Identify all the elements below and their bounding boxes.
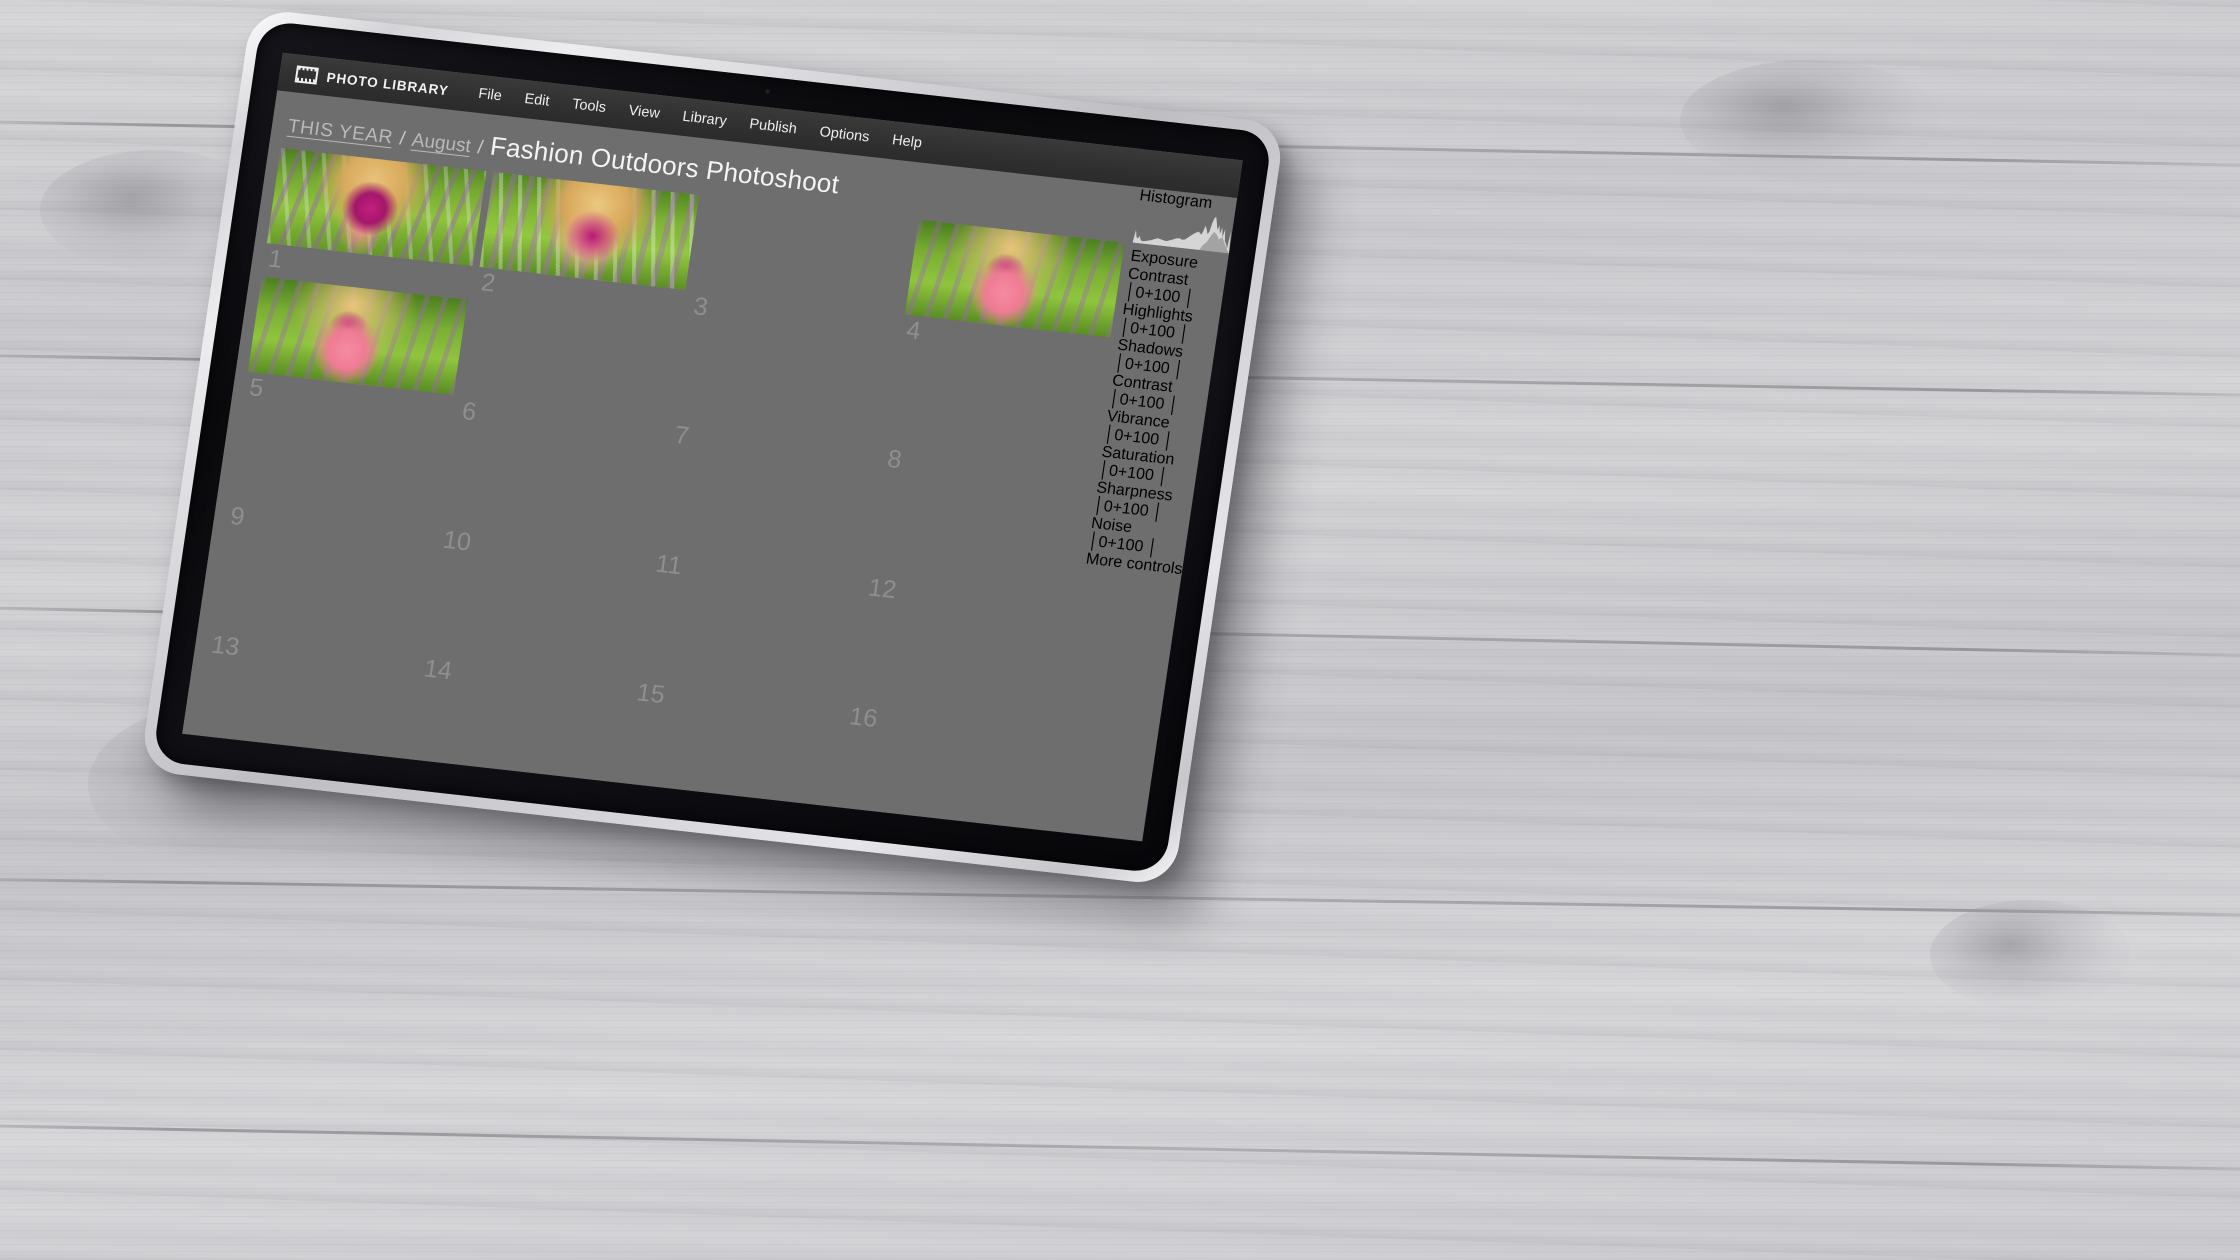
menu-item-file[interactable]: File [477, 86, 503, 104]
thumbnail-cell[interactable]: 6 [456, 301, 680, 448]
thumbnail-cell[interactable]: 8 [882, 348, 1106, 495]
thumbnail-cell[interactable]: 15 [631, 582, 855, 729]
wood-seam [0, 1122, 2240, 1174]
thumbnail-cell[interactable]: 16 [844, 606, 1068, 753]
menu-item-options[interactable]: Options [818, 124, 870, 145]
tablet-bezel: PHOTO LIBRARY File Edit Tools View Libra… [151, 20, 1273, 875]
histogram-svg [1132, 216, 1232, 254]
thumbnail-cell[interactable]: 11 [650, 453, 874, 600]
wood-knot [1930, 900, 2130, 1010]
breadcrumb-separator: / [398, 128, 407, 150]
menu-item-help[interactable]: Help [891, 132, 923, 151]
menu-item-view[interactable]: View [628, 103, 661, 122]
thumbnail-cell[interactable]: 2 [475, 171, 700, 319]
app-brand: PHOTO LIBRARY [294, 64, 450, 99]
thumbnail-cell[interactable]: 10 [437, 429, 661, 576]
desk-scene: PHOTO LIBRARY File Edit Tools View Libra… [0, 0, 2240, 1260]
thumbnail-cell[interactable]: 4 [901, 219, 1125, 367]
thumbnail-cell[interactable]: 7 [669, 324, 893, 471]
thumbnail-grid: 1 2 3 4 5 6 7 8 9 10 11 12 13 14 15 16 [194, 148, 1125, 830]
breadcrumb-this-year[interactable]: THIS YEAR [286, 116, 395, 150]
breadcrumb-august[interactable]: August [410, 130, 472, 158]
thumbnail-cell[interactable]: 13 [206, 534, 430, 681]
tablet-screen: PHOTO LIBRARY File Edit Tools View Libra… [182, 52, 1243, 842]
thumbnail-cell[interactable]: 9 [225, 405, 449, 552]
wood-knot [1680, 60, 1940, 180]
thumbnail-cell[interactable]: 14 [418, 558, 642, 705]
thumbnail-cell[interactable]: 12 [863, 477, 1087, 624]
tablet-frame: PHOTO LIBRARY File Edit Tools View Libra… [139, 8, 1286, 887]
library-main: THIS YEAR / August / Fashion Outdoors Ph… [182, 90, 1141, 831]
thumbnail-cell[interactable]: 5 [244, 276, 468, 424]
menu-item-library[interactable]: Library [681, 109, 727, 130]
thumbnail-cell[interactable]: 3 [688, 196, 912, 343]
app-title: PHOTO LIBRARY [325, 69, 450, 98]
thumbnail-cell[interactable]: 1 [263, 148, 487, 295]
camera-icon [764, 88, 771, 95]
breadcrumb-separator: / [476, 137, 485, 159]
menu-item-tools[interactable]: Tools [571, 96, 607, 116]
tablet-device: PHOTO LIBRARY File Edit Tools View Libra… [139, 8, 1286, 887]
wood-seam [0, 876, 2240, 919]
menu-item-edit[interactable]: Edit [523, 91, 550, 110]
app-body: THIS YEAR / August / Fashion Outdoors Ph… [182, 90, 1237, 841]
menu-item-publish[interactable]: Publish [748, 116, 798, 137]
film-strip-icon [294, 64, 320, 85]
